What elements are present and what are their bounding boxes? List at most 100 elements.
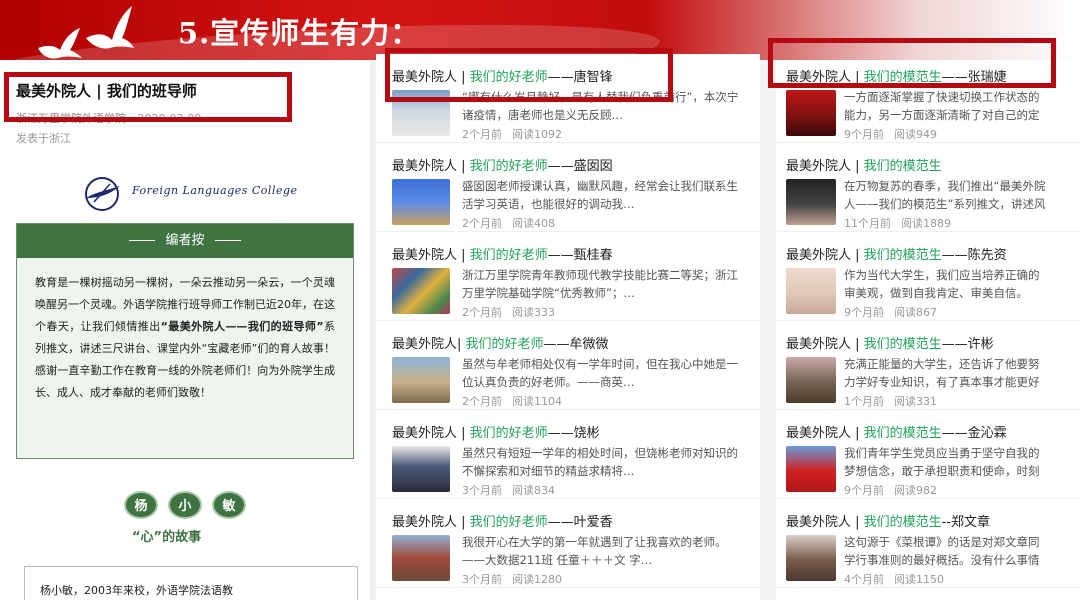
college-logo: Foreign Languages College — [80, 172, 330, 216]
student-list-item[interactable]: 最美外院人 | 我们的模范生——陈先资作为当代大学生，我们应当培养正确的审美观，… — [776, 232, 1080, 321]
list-item-meta: 2个月前 阅读408 — [462, 215, 565, 231]
student-list-item[interactable]: 最美外院人 | 我们的模范生--郑文章这句源于《菜根谭》的话是对郑文章同学行事准… — [776, 499, 1080, 588]
list-item-reads: 阅读331 — [894, 395, 937, 408]
list-item-meta: 3个月前 阅读834 — [462, 482, 565, 498]
highlight-frame — [4, 72, 292, 122]
list-item-meta: 2个月前 阅读1104 — [462, 393, 572, 409]
article-location: 发表于浙江 — [16, 132, 71, 145]
list-item-thumbnail[interactable] — [786, 535, 836, 581]
list-item-summary: 我很开心在大学的第一年就遇到了让我喜欢的老师。——大数据211班 任童＋＋＋文 … — [462, 535, 727, 567]
name-char-badge: 小 — [168, 491, 202, 519]
list-item-summary: 在万物复苏的春季，我们推出“最美外院人——我们的模范生”系列推文，讲述风华正… — [844, 179, 1046, 211]
story-text: 杨小敏，2003年来校，外语学院法语教 — [40, 584, 233, 597]
list-item-time: 2个月前 — [462, 128, 502, 141]
name-char-badge: 杨 — [124, 491, 158, 519]
highlight-frame — [385, 48, 673, 102]
heart-story-title: “心”的故事 — [132, 530, 202, 545]
teacher-list-item[interactable]: 最美外院人 | 我们的好老师——叶爱香我很开心在大学的第一年就遇到了让我喜欢的老… — [376, 499, 760, 588]
list-item-reads: 阅读408 — [512, 217, 555, 230]
student-list-item[interactable]: 最美外院人 | 我们的模范生——许彬充满正能量的大学生，还告诉了他要努力学好专业… — [776, 321, 1080, 410]
list-item-summary: 盛囡囡老师授课认真，幽默风趣，经常会让我们联系生活学习英语，也能很好的调动我… — [462, 179, 738, 211]
teacher-list-item[interactable]: 最美外院人 | 我们的好老师——饶彬虽然只有短短一学年的相处时间，但饶彬老师对知… — [376, 410, 760, 499]
list-item-meta: 9个月前 阅读867 — [844, 304, 947, 320]
list-item-summary: 我们青年学生党员应当勇于坚守自我的梦想信念，敢于承担职责和使命，时刻发挥党员… — [844, 446, 1040, 478]
list-item-title[interactable]: 最美外院人| 我们的好老师——牟微微 — [392, 333, 609, 352]
list-item-time: 3个月前 — [462, 484, 502, 497]
list-item-thumbnail[interactable] — [392, 535, 450, 581]
list-item-reads: 阅读982 — [894, 484, 937, 497]
list-item-summary: 虽然只有短短一学年的相处时间，但饶彬老师对知识的不懈探索和对细节的精益求精将… — [462, 446, 738, 478]
list-item-summary: 充满正能量的大学生，还告诉了他要努力学好专业知识，有了真本事才能更好地为社会… — [844, 357, 1040, 389]
list-item-time: 2个月前 — [462, 395, 502, 408]
list-item-time: 9个月前 — [844, 128, 884, 141]
list-item-time: 11个月前 — [844, 217, 891, 230]
list-item-meta: 9个月前 阅读949 — [844, 126, 947, 142]
list-item-time: 2个月前 — [462, 217, 502, 230]
list-item-time: 9个月前 — [844, 306, 884, 319]
list-item-thumbnail[interactable] — [786, 179, 836, 225]
list-item-meta: 9个月前 阅读982 — [844, 482, 947, 498]
list-item-reads: 阅读867 — [894, 306, 937, 319]
highlight-frame — [768, 38, 1056, 88]
list-item-summary: 浙江万里学院青年教师现代教学技能比赛二等奖；浙江万里学院基础学院“优秀教师”；… — [462, 268, 738, 300]
list-item-title[interactable]: 最美外院人 | 我们的好老师——甄桂春 — [392, 244, 613, 263]
list-item-reads: 阅读949 — [894, 128, 937, 141]
list-item-thumbnail[interactable] — [392, 179, 450, 225]
list-item-reads: 阅读1092 — [512, 128, 562, 141]
list-item-title[interactable]: 最美外院人 | 我们的好老师——叶爱香 — [392, 511, 613, 530]
list-item-summary: 一方面逐渐掌握了快速切换工作状态的能力，另一方面逐渐清晰了对自己的定位：提… — [844, 90, 1040, 122]
list-item-thumbnail[interactable] — [392, 357, 450, 403]
list-item-thumbnail[interactable] — [392, 446, 450, 492]
list-item-title[interactable]: 最美外院人 | 我们的模范生——陈先资 — [786, 244, 1007, 263]
list-item-meta: 3个月前 阅读1280 — [462, 571, 572, 587]
editor-note-body: 教育是一棵树摇动另一棵树，一朵云推动另一朵云，一个灵魂唤醒另一个灵魂。外语学院推… — [35, 276, 335, 399]
list-item-thumbnail[interactable] — [786, 446, 836, 492]
student-list-item[interactable]: 最美外院人 | 我们的模范生在万物复苏的春季，我们推出“最美外院人——我们的模范… — [776, 143, 1080, 232]
list-item-reads: 阅读333 — [512, 306, 555, 319]
college-emblem-icon — [85, 177, 120, 211]
list-item-time: 3个月前 — [462, 573, 502, 586]
teacher-list-item[interactable]: 最美外院人 | 我们的好老师——甄桂春浙江万里学院青年教师现代教学技能比赛二等奖… — [376, 232, 760, 321]
list-item-title[interactable]: 最美外院人 | 我们的模范生--郑文章 — [786, 511, 990, 530]
list-item-thumbnail[interactable] — [786, 268, 836, 314]
article-panel: 最美外院人 | 我们的班导师 浙江万里学院外语学院 2020-03-09 发表于… — [0, 60, 370, 600]
name-char-badge: 敏 — [212, 491, 246, 519]
list-item-thumbnail[interactable] — [786, 90, 836, 136]
list-item-time: 9个月前 — [844, 484, 884, 497]
editor-note-header: 编者按 — [17, 224, 353, 258]
list-item-time: 1个月前 — [844, 395, 884, 408]
list-item-reads: 阅读1150 — [894, 573, 944, 586]
list-item-title[interactable]: 最美外院人 | 我们的好老师——盛囡囡 — [392, 155, 613, 174]
list-item-title[interactable]: 最美外院人 | 我们的模范生——金沁霖 — [786, 422, 1007, 441]
list-item-time: 2个月前 — [462, 306, 502, 319]
list-item-reads: 阅读1889 — [901, 217, 951, 230]
list-item-thumbnail[interactable] — [392, 268, 450, 314]
list-item-title[interactable]: 最美外院人 | 我们的模范生——许彬 — [786, 333, 994, 352]
dove-icon — [86, 6, 134, 49]
list-item-summary: 作为当代大学生，我们应当培养正确的审美观，做到自我肯定、审美自信。美，不只是… — [844, 268, 1040, 300]
editor-note: 编者按 教育是一棵树摇动另一棵树，一朵云推动另一朵云，一个灵魂唤醒另一个灵魂。外… — [16, 223, 354, 459]
list-item-meta: 2个月前 阅读333 — [462, 304, 565, 320]
teacher-article-list: 最美外院人 | 我们的好老师——唐智锋 “哪有什么岁月静好，是有人替我们负重前行”… — [376, 54, 760, 600]
list-item-reads: 阅读834 — [512, 484, 555, 497]
dove-small-icon — [38, 28, 82, 59]
list-item-meta: 4个月前 阅读1150 — [844, 571, 954, 587]
section-title: 5.宣传师生有力： — [178, 16, 421, 50]
list-item-summary: 虽然与牟老师相处仅有一学年时间，但在我心中她是一位认真负责的好老师。——商英… — [462, 357, 738, 389]
list-item-meta: 2个月前 阅读1092 — [462, 126, 572, 142]
college-logo-text: Foreign Languages College — [132, 184, 298, 197]
list-item-meta: 1个月前 阅读331 — [844, 393, 947, 409]
list-item-time: 4个月前 — [844, 573, 884, 586]
teacher-name-badges: 杨 小 敏 — [124, 491, 248, 521]
list-item-reads: 阅读1104 — [512, 395, 562, 408]
student-article-list: 最美外院人 | 我们的模范生——张瑞婕 一方面逐渐掌握了快速切换工作状态的能力，另… — [776, 60, 1080, 600]
list-item-reads: 阅读1280 — [512, 573, 562, 586]
list-item-title[interactable]: 最美外院人 | 我们的模范生 — [786, 155, 942, 174]
list-item-title[interactable]: 最美外院人 | 我们的好老师——饶彬 — [392, 422, 600, 441]
teacher-list-item[interactable]: 最美外院人 | 我们的好老师——盛囡囡盛囡囡老师授课认真，幽默风趣，经常会让我们… — [376, 143, 760, 232]
student-list-item[interactable]: 最美外院人 | 我们的模范生——金沁霖我们青年学生党员应当勇于坚守自我的梦想信念… — [776, 410, 1080, 499]
teacher-list-item[interactable]: 最美外院人| 我们的好老师——牟微微虽然与牟老师相处仅有一学年时间，但在我心中她… — [376, 321, 760, 410]
list-item-thumbnail[interactable] — [786, 357, 836, 403]
list-item-meta: 11个月前 阅读1889 — [844, 215, 961, 231]
list-item-summary: 这句源于《菜根谭》的话是对郑文章同学行事准则的最好概括。没有什么事情是可以一… — [844, 535, 1040, 567]
